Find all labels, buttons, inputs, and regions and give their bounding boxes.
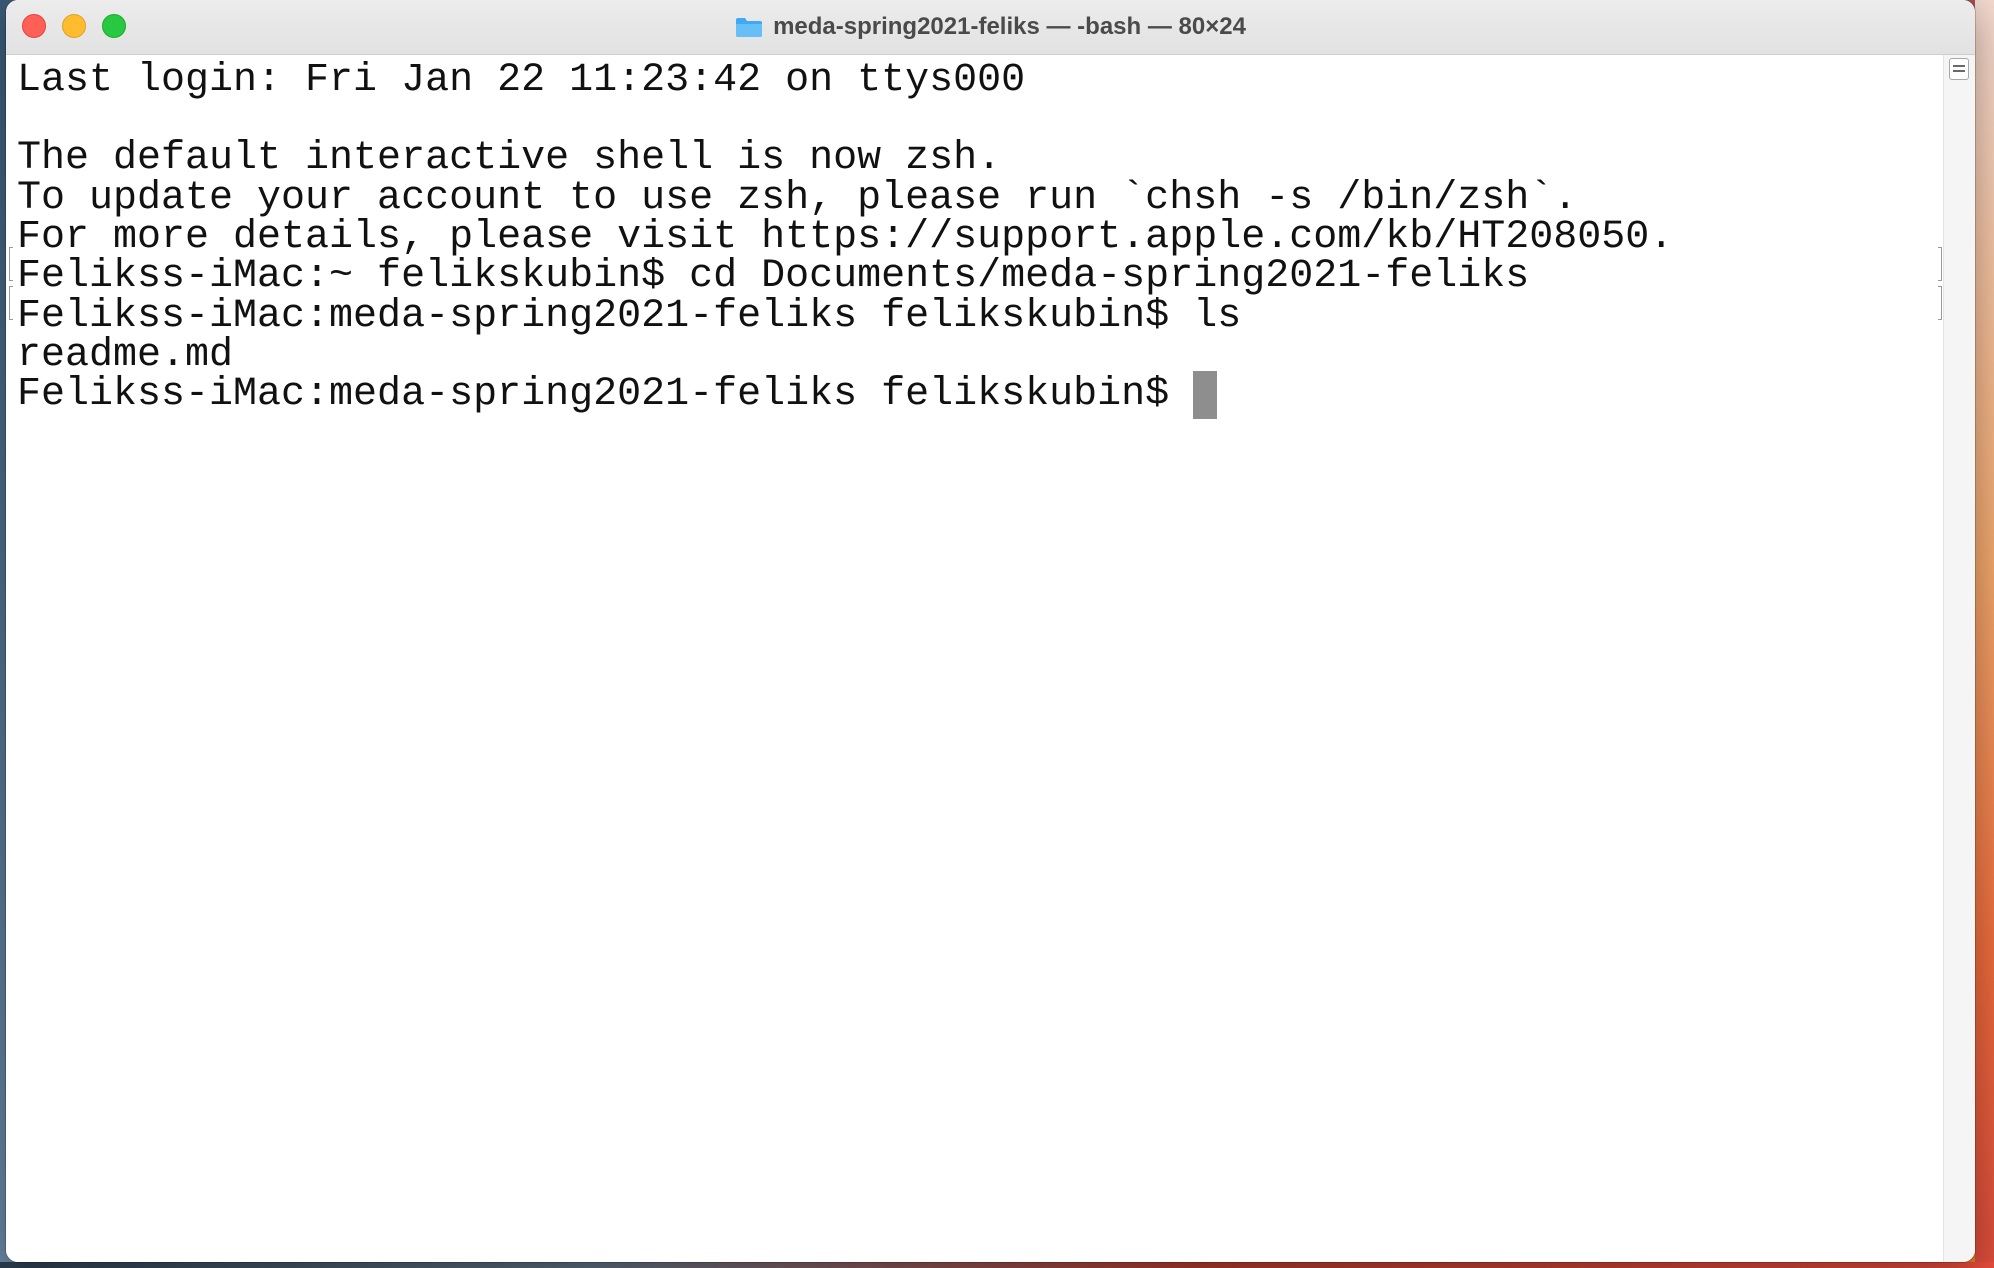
folder-icon — [736, 18, 763, 37]
terminal-output[interactable]: Last login: Fri Jan 22 11:23:42 on ttys0… — [6, 55, 1943, 1262]
text-cursor — [1193, 371, 1218, 419]
command-mark-right — [1938, 247, 1942, 281]
command-mark-left — [9, 247, 13, 281]
title-bar[interactable]: meda-spring2021-feliks — -bash — 80×24 — [6, 0, 1975, 55]
command-mark-right — [1938, 286, 1942, 320]
desktop-wallpaper-edge — [1975, 0, 1994, 1268]
split-pane-icon[interactable] — [1949, 58, 1969, 80]
desktop-wallpaper-bottom — [0, 1262, 1994, 1268]
command-mark-left — [9, 286, 13, 320]
window-title-group: meda-spring2021-feliks — -bash — 80×24 — [6, 0, 1975, 54]
prompt-text: Felikss-iMac:meda-spring2021-feliks feli… — [17, 372, 1194, 417]
terminal-window: meda-spring2021-feliks — -bash — 80×24 L… — [6, 0, 1975, 1262]
terminal-line: Last login: Fri Jan 22 11:23:42 on ttys0… — [17, 58, 1026, 103]
window-title: meda-spring2021-feliks — -bash — 80×24 — [773, 13, 1246, 40]
terminal-prompt-line[interactable]: Felikss-iMac:meda-spring2021-feliks feli… — [17, 370, 1218, 420]
scrollbar-track[interactable] — [1943, 55, 1975, 1262]
